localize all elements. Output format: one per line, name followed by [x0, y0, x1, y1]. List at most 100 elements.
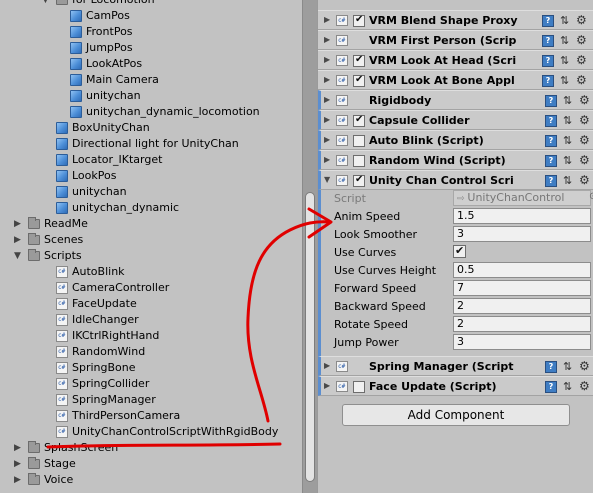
- help-icon[interactable]: ?: [542, 35, 554, 47]
- capsule-collider-icon: [336, 115, 348, 126]
- component-title: Unity Chan Control Scri: [369, 174, 514, 187]
- component-header[interactable]: ▶ VRM First Person (Scrip? ⇅ ⚙: [318, 30, 593, 50]
- help-icon[interactable]: ?: [545, 95, 557, 107]
- cs-script-icon: [336, 75, 348, 86]
- gear-icon[interactable]: ⚙: [579, 153, 590, 167]
- preset-icon[interactable]: ⇅: [563, 380, 572, 393]
- preset-icon[interactable]: ⇅: [563, 174, 572, 187]
- component-enable-checkbox[interactable]: [353, 155, 365, 167]
- item-label: unitychan_dynamic_locomotion: [86, 105, 260, 118]
- item-label: Scenes: [44, 233, 84, 246]
- gear-icon[interactable]: ⚙: [579, 379, 590, 393]
- property-value-field[interactable]: 1.5: [453, 208, 591, 224]
- gear-icon[interactable]: ⚙: [576, 53, 587, 67]
- prefab-cube-icon: [56, 138, 68, 150]
- fold-closed-icon[interactable]: ▶: [324, 115, 330, 124]
- preset-icon[interactable]: ⇅: [563, 114, 572, 127]
- scrollbar-thumb[interactable]: [305, 192, 315, 482]
- add-component-button[interactable]: Add Component: [342, 404, 570, 426]
- preset-icon[interactable]: ⇅: [560, 14, 569, 27]
- property-value-field[interactable]: 2: [453, 316, 591, 332]
- component-header[interactable]: ▶ VRM Look At Head (Scri? ⇅ ⚙: [318, 50, 593, 70]
- fold-closed-icon[interactable]: ▶: [324, 55, 330, 64]
- item-label: unitychan: [72, 185, 127, 198]
- script-field-value[interactable]: ⇨ UnityChanControl: [453, 190, 591, 206]
- component-enable-checkbox[interactable]: [353, 174, 365, 187]
- collapsed-arrow-icon[interactable]: ▶: [14, 216, 21, 232]
- expanded-arrow-icon[interactable]: ▼: [14, 248, 21, 264]
- expanded-arrow-icon[interactable]: ▼: [42, 0, 49, 8]
- help-icon[interactable]: ?: [542, 55, 554, 67]
- component-enable-checkbox[interactable]: [353, 114, 365, 127]
- gear-icon[interactable]: ⚙: [576, 13, 587, 27]
- preset-icon[interactable]: ⇅: [560, 54, 569, 67]
- collapsed-arrow-icon[interactable]: ▶: [14, 472, 21, 488]
- gear-icon[interactable]: ⚙: [579, 133, 590, 147]
- collapsed-arrow-icon[interactable]: ▶: [14, 232, 21, 248]
- help-icon[interactable]: ?: [542, 15, 554, 27]
- component-header[interactable]: ▶ VRM Blend Shape Proxy? ⇅ ⚙: [318, 10, 593, 30]
- property-value-field[interactable]: 2: [453, 298, 591, 314]
- component-enable-checkbox[interactable]: [353, 74, 365, 87]
- preset-icon[interactable]: ⇅: [560, 34, 569, 47]
- collapsed-arrow-icon[interactable]: ▶: [14, 440, 21, 456]
- fold-closed-icon[interactable]: ▶: [324, 75, 330, 84]
- gear-icon[interactable]: ⚙: [579, 93, 590, 107]
- property-row: Forward Speed 7: [334, 280, 593, 298]
- object-picker-icon[interactable]: ⊙: [589, 191, 593, 202]
- help-icon[interactable]: ?: [545, 175, 557, 187]
- component-header[interactable]: ▶ Spring Manager (Script? ⇅ ⚙: [318, 356, 593, 376]
- property-value-field[interactable]: 7: [453, 280, 591, 296]
- component-enable-checkbox[interactable]: [353, 14, 365, 27]
- component-header[interactable]: ▶ Capsule Collider? ⇅ ⚙: [318, 110, 593, 130]
- gear-icon[interactable]: ⚙: [576, 73, 587, 87]
- script-field-label: Script: [334, 192, 366, 205]
- property-row: Jump Power 3: [334, 334, 593, 352]
- script-field-text: UnityChanControl: [467, 191, 565, 204]
- fold-open-icon[interactable]: ▼: [324, 175, 330, 184]
- component-header[interactable]: ▶ Auto Blink (Script)? ⇅ ⚙: [318, 130, 593, 150]
- help-icon[interactable]: ?: [545, 115, 557, 127]
- component-enable-checkbox[interactable]: [353, 381, 365, 393]
- property-value-field[interactable]: 0.5: [453, 262, 591, 278]
- fold-closed-icon[interactable]: ▶: [324, 381, 330, 390]
- gear-icon[interactable]: ⚙: [579, 113, 590, 127]
- component-enable-checkbox[interactable]: [353, 54, 365, 67]
- preset-icon[interactable]: ⇅: [563, 360, 572, 373]
- preset-icon[interactable]: ⇅: [563, 94, 572, 107]
- cs-script-icon: [56, 298, 68, 310]
- fold-closed-icon[interactable]: ▶: [324, 155, 330, 164]
- help-icon[interactable]: ?: [545, 135, 557, 147]
- preset-icon[interactable]: ⇅: [560, 74, 569, 87]
- cs-script-icon: [56, 314, 68, 326]
- preset-icon[interactable]: ⇅: [563, 134, 572, 147]
- property-value-field[interactable]: 3: [453, 226, 591, 242]
- cs-script-icon: [336, 135, 348, 146]
- component-header[interactable]: ▼ Unity Chan Control Scri? ⇅ ⚙: [318, 170, 593, 190]
- property-value-field[interactable]: 3: [453, 334, 591, 350]
- project-scrollbar[interactable]: [302, 0, 317, 493]
- fold-closed-icon[interactable]: ▶: [324, 361, 330, 370]
- preset-icon[interactable]: ⇅: [563, 154, 572, 167]
- help-icon[interactable]: ?: [545, 361, 557, 373]
- collapsed-arrow-icon[interactable]: ▶: [14, 456, 21, 472]
- cs-script-icon: [56, 426, 68, 438]
- help-icon[interactable]: ?: [545, 381, 557, 393]
- gear-icon[interactable]: ⚙: [579, 359, 590, 373]
- gear-icon[interactable]: ⚙: [576, 33, 587, 47]
- component-enable-checkbox[interactable]: [353, 135, 365, 147]
- component-header[interactable]: ▶ Face Update (Script)? ⇅ ⚙: [318, 376, 593, 396]
- fold-closed-icon[interactable]: ▶: [324, 35, 330, 44]
- component-header[interactable]: ▶ Random Wind (Script)? ⇅ ⚙: [318, 150, 593, 170]
- gear-icon[interactable]: ⚙: [579, 173, 590, 187]
- fold-closed-icon[interactable]: ▶: [324, 15, 330, 24]
- prefab-cube-icon: [70, 90, 82, 102]
- fold-closed-icon[interactable]: ▶: [324, 135, 330, 144]
- help-icon[interactable]: ?: [545, 155, 557, 167]
- help-icon[interactable]: ?: [542, 75, 554, 87]
- component-header[interactable]: ▶ VRM Look At Bone Appl? ⇅ ⚙: [318, 70, 593, 90]
- item-label: AutoBlink: [72, 265, 125, 278]
- use-curves-checkbox[interactable]: [453, 244, 466, 258]
- component-header[interactable]: ▶ Rigidbody? ⇅ ⚙: [318, 90, 593, 110]
- fold-closed-icon[interactable]: ▶: [324, 95, 330, 104]
